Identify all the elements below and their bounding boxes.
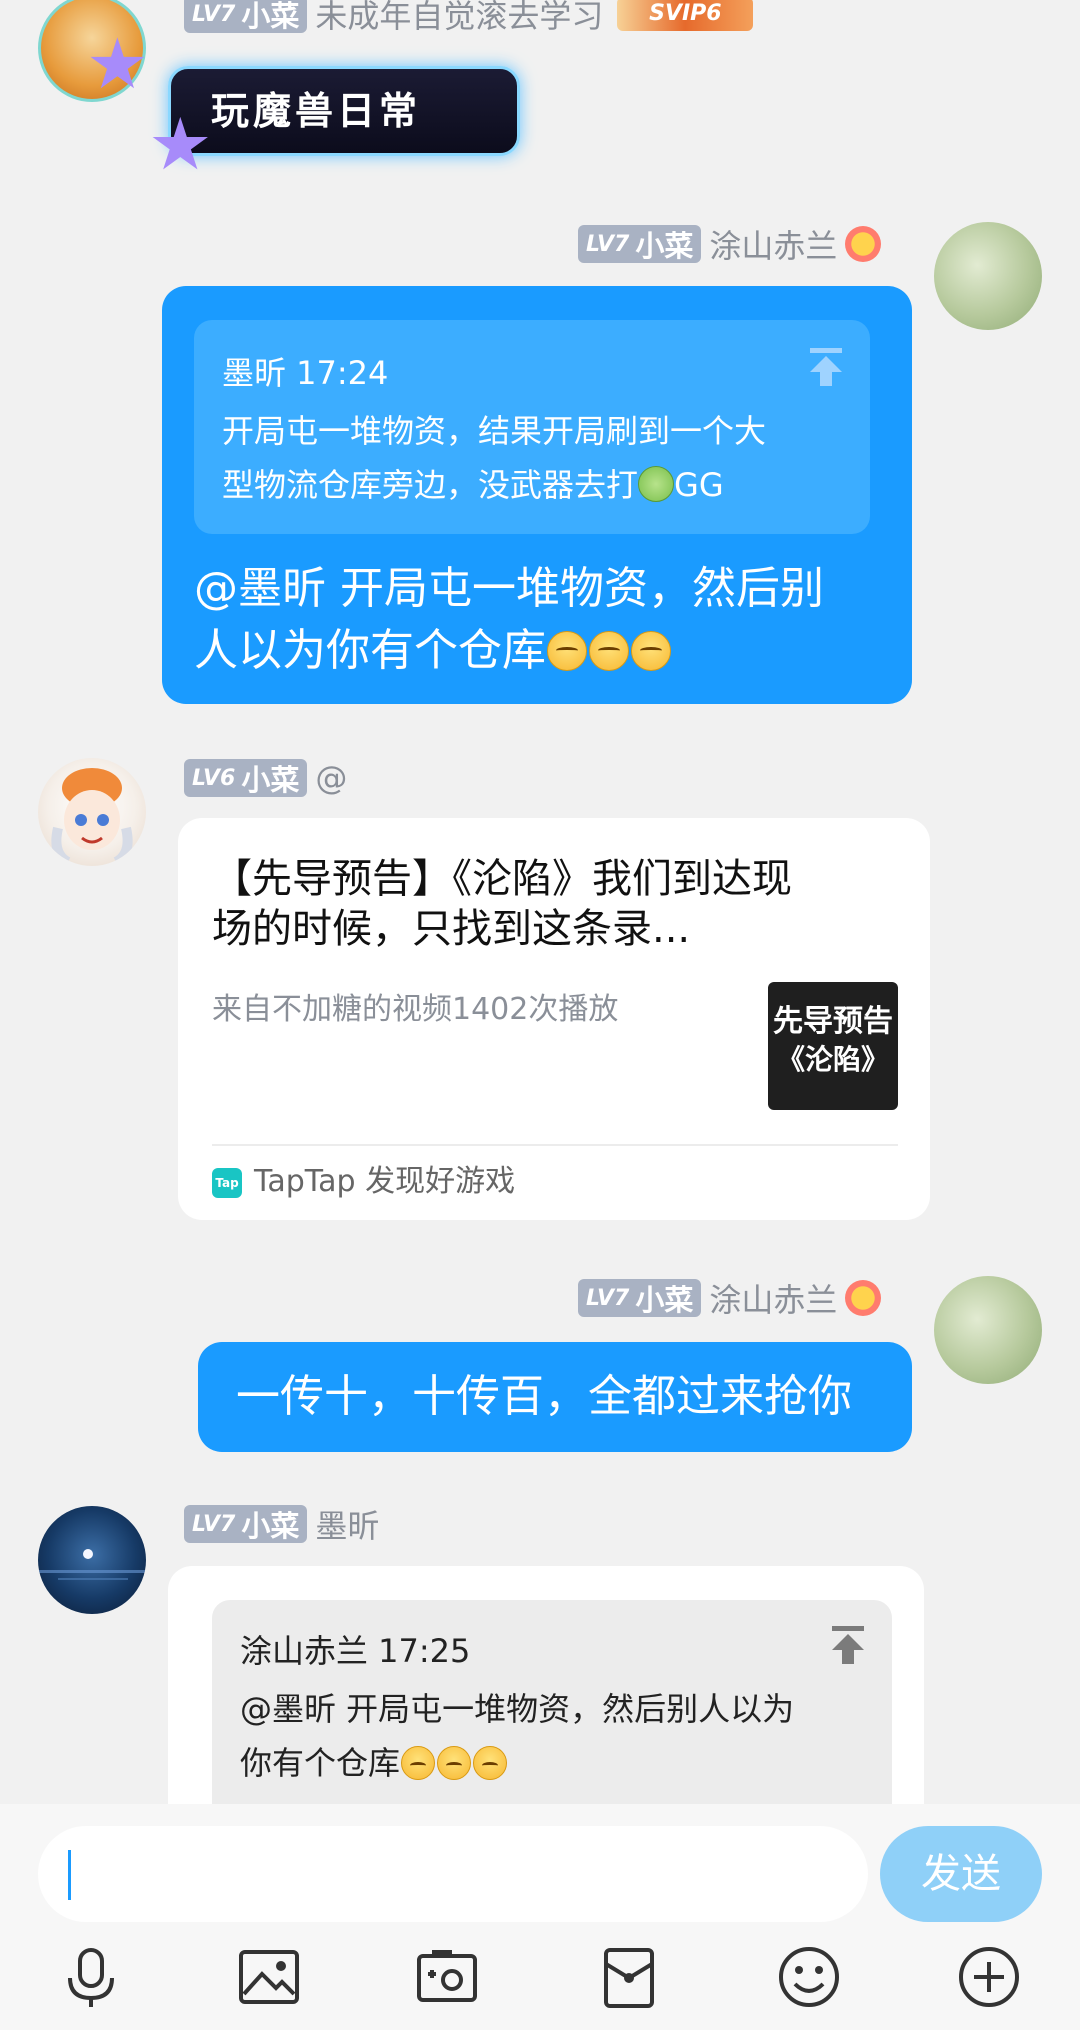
smirk-emoji-icon (437, 1746, 472, 1780)
quote-line: 你有个仓库 (240, 1736, 864, 1790)
smirk-emoji-icon (401, 1746, 436, 1780)
sender-name[interactable]: 涂山赤兰 (709, 221, 837, 267)
quote-header: 墨昕 17:24 (222, 354, 389, 392)
quoted-message[interactable]: 涂山赤兰 17:25 @墨昕 开局屯一堆物资，然后别人以为 你有个仓库 (212, 1600, 892, 1830)
smirk-emoji-icon (631, 631, 671, 671)
title-tag: 玩魔兽日常 (168, 66, 520, 156)
smirk-emoji-icon (473, 1746, 508, 1780)
message-input[interactable] (38, 1826, 868, 1922)
image-icon[interactable] (236, 1944, 302, 2010)
smirk-emoji-icon (547, 631, 587, 671)
level-badge: LV7 小菜 (184, 1505, 308, 1543)
quoted-message[interactable]: 墨昕 17:24 开局屯一堆物资，结果开局刷到一个大 型物流仓库旁边，没武器去打… (194, 320, 870, 534)
vip-badge: SVIP6 (617, 0, 754, 31)
text-caret (68, 1850, 71, 1900)
sparkle-star-icon: ★ (148, 102, 213, 186)
level-badge: LV7 小菜 (578, 1279, 702, 1317)
avatar-frame-star-icon: ★ (86, 23, 149, 105)
video-camera-icon[interactable] (414, 1944, 480, 2010)
link-card[interactable]: 【先导预告】《沦陷》我们到达现 场的时候，只找到这条录... 来自不加糖的视频1… (178, 818, 930, 1220)
composer-bar: 发送 (0, 1804, 1080, 2030)
plus-icon[interactable] (956, 1944, 1022, 2010)
quote-line: 型物流仓库旁边，没武器去打 GG (222, 466, 724, 504)
card-source[interactable]: Tap TapTap 发现好游戏 (212, 1162, 515, 1202)
message-text: 一传十，十传百，全都过来抢你 (236, 1371, 852, 1422)
avatar-self[interactable] (934, 1276, 1042, 1384)
smirk-emoji-icon (589, 631, 629, 671)
sender-name[interactable]: 涂山赤兰 (709, 1275, 837, 1321)
taptap-logo-icon: Tap (212, 1167, 242, 1198)
card-meta: 来自不加糖的视频1402次播放 (212, 992, 619, 1027)
sender-meta: LV7 小菜 墨昕 (184, 1502, 379, 1546)
sender-meta: LV7 小菜 涂山赤兰 (578, 1275, 882, 1321)
quote-header: 涂山赤兰 17:25 (240, 1632, 471, 1670)
level-badge: LV6 小菜 (184, 759, 308, 797)
flower-icon (845, 1280, 882, 1316)
red-packet-icon[interactable] (596, 1944, 662, 2010)
pin-to-top-icon[interactable] (806, 346, 846, 398)
avatar-user-3[interactable] (38, 758, 146, 866)
sender-meta: LV7 小菜 未成年自觉滚去学习 SVIP6 (184, 0, 754, 37)
sender-meta: LV7 小菜 涂山赤兰 (578, 221, 882, 267)
microphone-icon[interactable] (58, 1944, 124, 2010)
pin-to-top-icon[interactable] (828, 1624, 868, 1676)
frog-emoji-icon (638, 466, 675, 502)
message-bubble[interactable]: 墨昕 17:24 开局屯一堆物资，结果开局刷到一个大 型物流仓库旁边，没武器去打… (162, 286, 912, 704)
sender-name[interactable]: @ (315, 759, 347, 797)
send-button[interactable]: 发送 (880, 1826, 1042, 1922)
avatar-self[interactable] (934, 222, 1042, 330)
quote-line: 开局屯一堆物资，结果开局刷到一个大 (222, 412, 767, 450)
flower-icon (845, 226, 882, 262)
sender-name[interactable]: 墨昕 (315, 1501, 379, 1547)
video-thumbnail[interactable]: 先导预告 《沦陷》 (768, 982, 898, 1110)
emoji-icon[interactable] (776, 1944, 842, 2010)
avatar-user-5[interactable] (38, 1506, 146, 1614)
level-badge: LV7 小菜 (578, 225, 702, 263)
card-divider (212, 1144, 898, 1146)
quote-line: @墨昕 开局屯一堆物资，然后别人以为 (240, 1690, 795, 1728)
message-text: @墨昕 开局屯一堆物资，然后别 人以为你有个仓库 (194, 563, 824, 676)
sender-name[interactable]: 未成年自觉滚去学习 (315, 0, 603, 37)
sender-meta: LV6 小菜 @ (184, 756, 347, 800)
card-title: 【先导预告】《沦陷》我们到达现 场的时候，只找到这条录... (212, 856, 792, 952)
message-bubble[interactable]: 一传十，十传百，全都过来抢你 (198, 1342, 912, 1452)
level-badge: LV7 小菜 (184, 0, 308, 33)
